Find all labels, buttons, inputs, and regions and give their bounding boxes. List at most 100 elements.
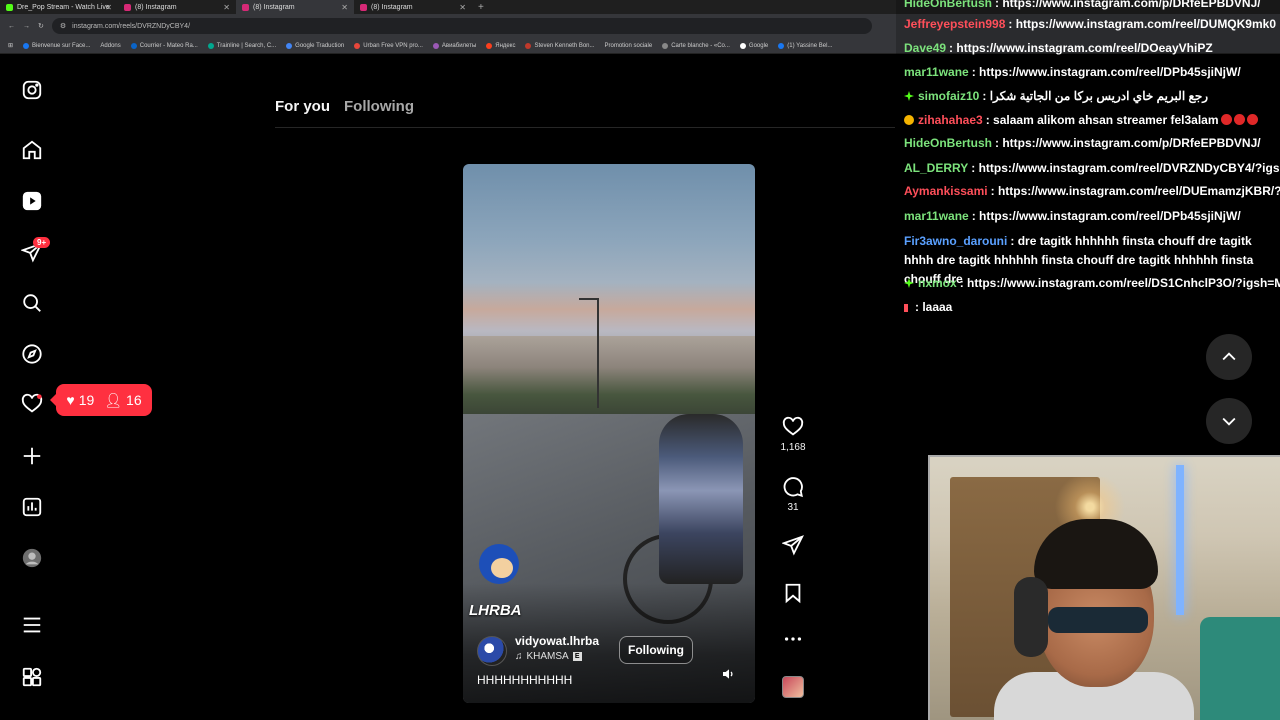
- bookmark[interactable]: Авиабилеты: [432, 42, 476, 49]
- bookmark-icon[interactable]: [782, 582, 804, 604]
- bookmark[interactable]: Google Traduction: [286, 42, 344, 49]
- audio-title: KHAMSA: [526, 651, 569, 662]
- bookmark[interactable]: Яндекс: [486, 42, 515, 49]
- home-icon[interactable]: [20, 138, 44, 162]
- bookmark[interactable]: Urban Free VPN pro...: [354, 42, 423, 49]
- volume-icon[interactable]: [721, 666, 737, 682]
- previous-reel-button[interactable]: [1206, 334, 1252, 380]
- bookmark[interactable]: Steven Kenneth Bon...: [525, 42, 595, 49]
- chat-username[interactable]: Aymankissami: [904, 184, 988, 198]
- channel-watermark: LHRBA: [469, 602, 522, 619]
- reels-icon[interactable]: [20, 189, 44, 213]
- chat-username[interactable]: simofaiz10: [918, 89, 979, 103]
- browser-tab-active[interactable]: (8) Instagram ✕: [236, 0, 354, 14]
- bookmark[interactable]: Promotion sociale: [605, 43, 653, 49]
- reload-icon[interactable]: ↻: [38, 22, 44, 30]
- chat-username[interactable]: HideOnBertush: [904, 136, 992, 150]
- bookmark[interactable]: Carte blanche - «Co...: [662, 42, 730, 49]
- forward-icon[interactable]: →: [23, 23, 30, 30]
- comment-icon[interactable]: [782, 476, 804, 498]
- apps-icon[interactable]: ⊞: [8, 42, 13, 49]
- author-avatar[interactable]: [477, 636, 507, 666]
- like-action[interactable]: 1,168: [772, 416, 814, 453]
- bookmark[interactable]: Google: [739, 42, 768, 49]
- new-tab-button[interactable]: +: [472, 2, 490, 13]
- browser-tab[interactable]: Dre_Pop Stream - Watch Live ✕: [0, 0, 118, 14]
- browser-tab[interactable]: (8) Instagram ✕: [118, 0, 236, 14]
- chat-username[interactable]: AL_DERRY: [904, 161, 968, 175]
- bookmark[interactable]: Trainline | Search, C...: [207, 42, 276, 49]
- reel-caption[interactable]: HHHHHHHHHHH: [477, 673, 572, 687]
- dashboard-icon[interactable]: [20, 495, 44, 519]
- menu-hamburger-icon[interactable]: [20, 613, 44, 637]
- chat-username[interactable]: HideOnBertush: [904, 0, 992, 10]
- feed-divider: [275, 127, 895, 128]
- chat-message: : laaaa: [904, 300, 952, 314]
- browser-tab[interactable]: (8) Instagram ✕: [354, 0, 472, 14]
- webcam-sunglasses: [1048, 607, 1148, 633]
- chat-text: : https://www.instagram.com/reel/DOeayVh…: [949, 41, 1213, 55]
- url-text: instagram.com/reels/DVRZNDyCBY4/: [72, 22, 191, 30]
- green-badge-icon: [904, 278, 914, 288]
- chat-text: : https://www.instagram.com/p/DRfeEPBDVN…: [995, 0, 1261, 10]
- chat-username[interactable]: nxmox: [918, 276, 957, 290]
- close-icon[interactable]: ✕: [223, 3, 230, 12]
- comment-action[interactable]: 31: [772, 476, 814, 513]
- notifications-heart-icon[interactable]: [20, 392, 44, 416]
- also-from-meta-icon[interactable]: [20, 665, 44, 689]
- tab-for-you[interactable]: For you: [275, 98, 330, 115]
- chat-message: Jeffreyepstein998: https://www.instagram…: [904, 17, 1276, 31]
- chat-username[interactable]: Dave49: [904, 41, 946, 55]
- reel-video[interactable]: LHRBA vidyowat.lhrba ♫ KHAMSA E Followin…: [463, 164, 755, 703]
- red-emoji-icon: [1220, 114, 1232, 125]
- close-icon[interactable]: ✕: [105, 3, 112, 12]
- chat-message: Dave49: https://www.instagram.com/reel/D…: [904, 41, 1213, 55]
- create-plus-icon[interactable]: [20, 444, 44, 468]
- close-icon[interactable]: ✕: [341, 3, 348, 12]
- bookmark[interactable]: (1) Yassine Bel...: [778, 42, 832, 49]
- chat-username[interactable]: Fir3awno_darouni: [904, 234, 1007, 248]
- address-bar[interactable]: ⚙ instagram.com/reels/DVRZNDyCBY4/: [51, 18, 872, 34]
- chat-username[interactable]: mar11wane: [904, 65, 969, 79]
- more-options-action[interactable]: [772, 628, 814, 650]
- following-button[interactable]: Following: [619, 636, 693, 664]
- next-reel-button[interactable]: [1206, 398, 1252, 444]
- share-action[interactable]: [772, 534, 814, 556]
- back-icon[interactable]: ←: [8, 23, 15, 30]
- user-dot-icon: [904, 304, 908, 312]
- author-username[interactable]: vidyowat.lhrba: [515, 634, 599, 648]
- chat-username[interactable]: zihahahae3: [918, 113, 983, 127]
- close-icon[interactable]: ✕: [459, 3, 466, 12]
- more-options-icon[interactable]: [782, 628, 804, 650]
- outlook-icon: [130, 42, 137, 49]
- bookmark[interactable]: Bienvenue sur Face...: [23, 42, 90, 49]
- flight-icon: [432, 42, 439, 49]
- messages-badge: 9+: [33, 237, 51, 248]
- notifications-popup[interactable]: ♥ 19 👤︎ 16: [50, 384, 152, 416]
- red-emoji-icon: [1246, 114, 1258, 125]
- share-icon[interactable]: [782, 534, 804, 556]
- site-info-icon[interactable]: ⚙: [60, 22, 66, 30]
- instagram-favicon-icon: [360, 3, 367, 11]
- audio-info[interactable]: ♫ KHAMSA E: [515, 651, 582, 662]
- chat-text: : https://www.instagram.com/p/DRfeEPBDVN…: [995, 136, 1261, 150]
- like-heart-icon[interactable]: [782, 416, 804, 438]
- video-street-lamp: [597, 298, 599, 408]
- explore-icon[interactable]: [20, 342, 44, 366]
- save-action[interactable]: [772, 582, 814, 604]
- search-icon[interactable]: [20, 291, 44, 315]
- chat-username[interactable]: Jeffreyepstein998: [904, 17, 1005, 31]
- instagram-favicon-icon: [124, 3, 131, 11]
- red-emoji-icon: [1233, 114, 1245, 125]
- original-audio-thumbnail[interactable]: [782, 676, 804, 698]
- chat-username[interactable]: mar11wane: [904, 209, 969, 223]
- tab-title: Dre_Pop Stream - Watch Live: [17, 3, 110, 11]
- google-translate-icon: [286, 42, 293, 49]
- instagram-logo-icon[interactable]: [20, 78, 44, 102]
- tab-following[interactable]: Following: [344, 98, 414, 115]
- webcam-chair: [1200, 617, 1280, 720]
- bookmark[interactable]: Addons: [100, 43, 120, 49]
- profile-avatar[interactable]: [20, 546, 44, 570]
- bookmark[interactable]: Courrier - Mateo Ra...: [130, 42, 198, 49]
- screen: Dre_Pop Stream - Watch Live ✕ (8) Instagr…: [0, 0, 1280, 720]
